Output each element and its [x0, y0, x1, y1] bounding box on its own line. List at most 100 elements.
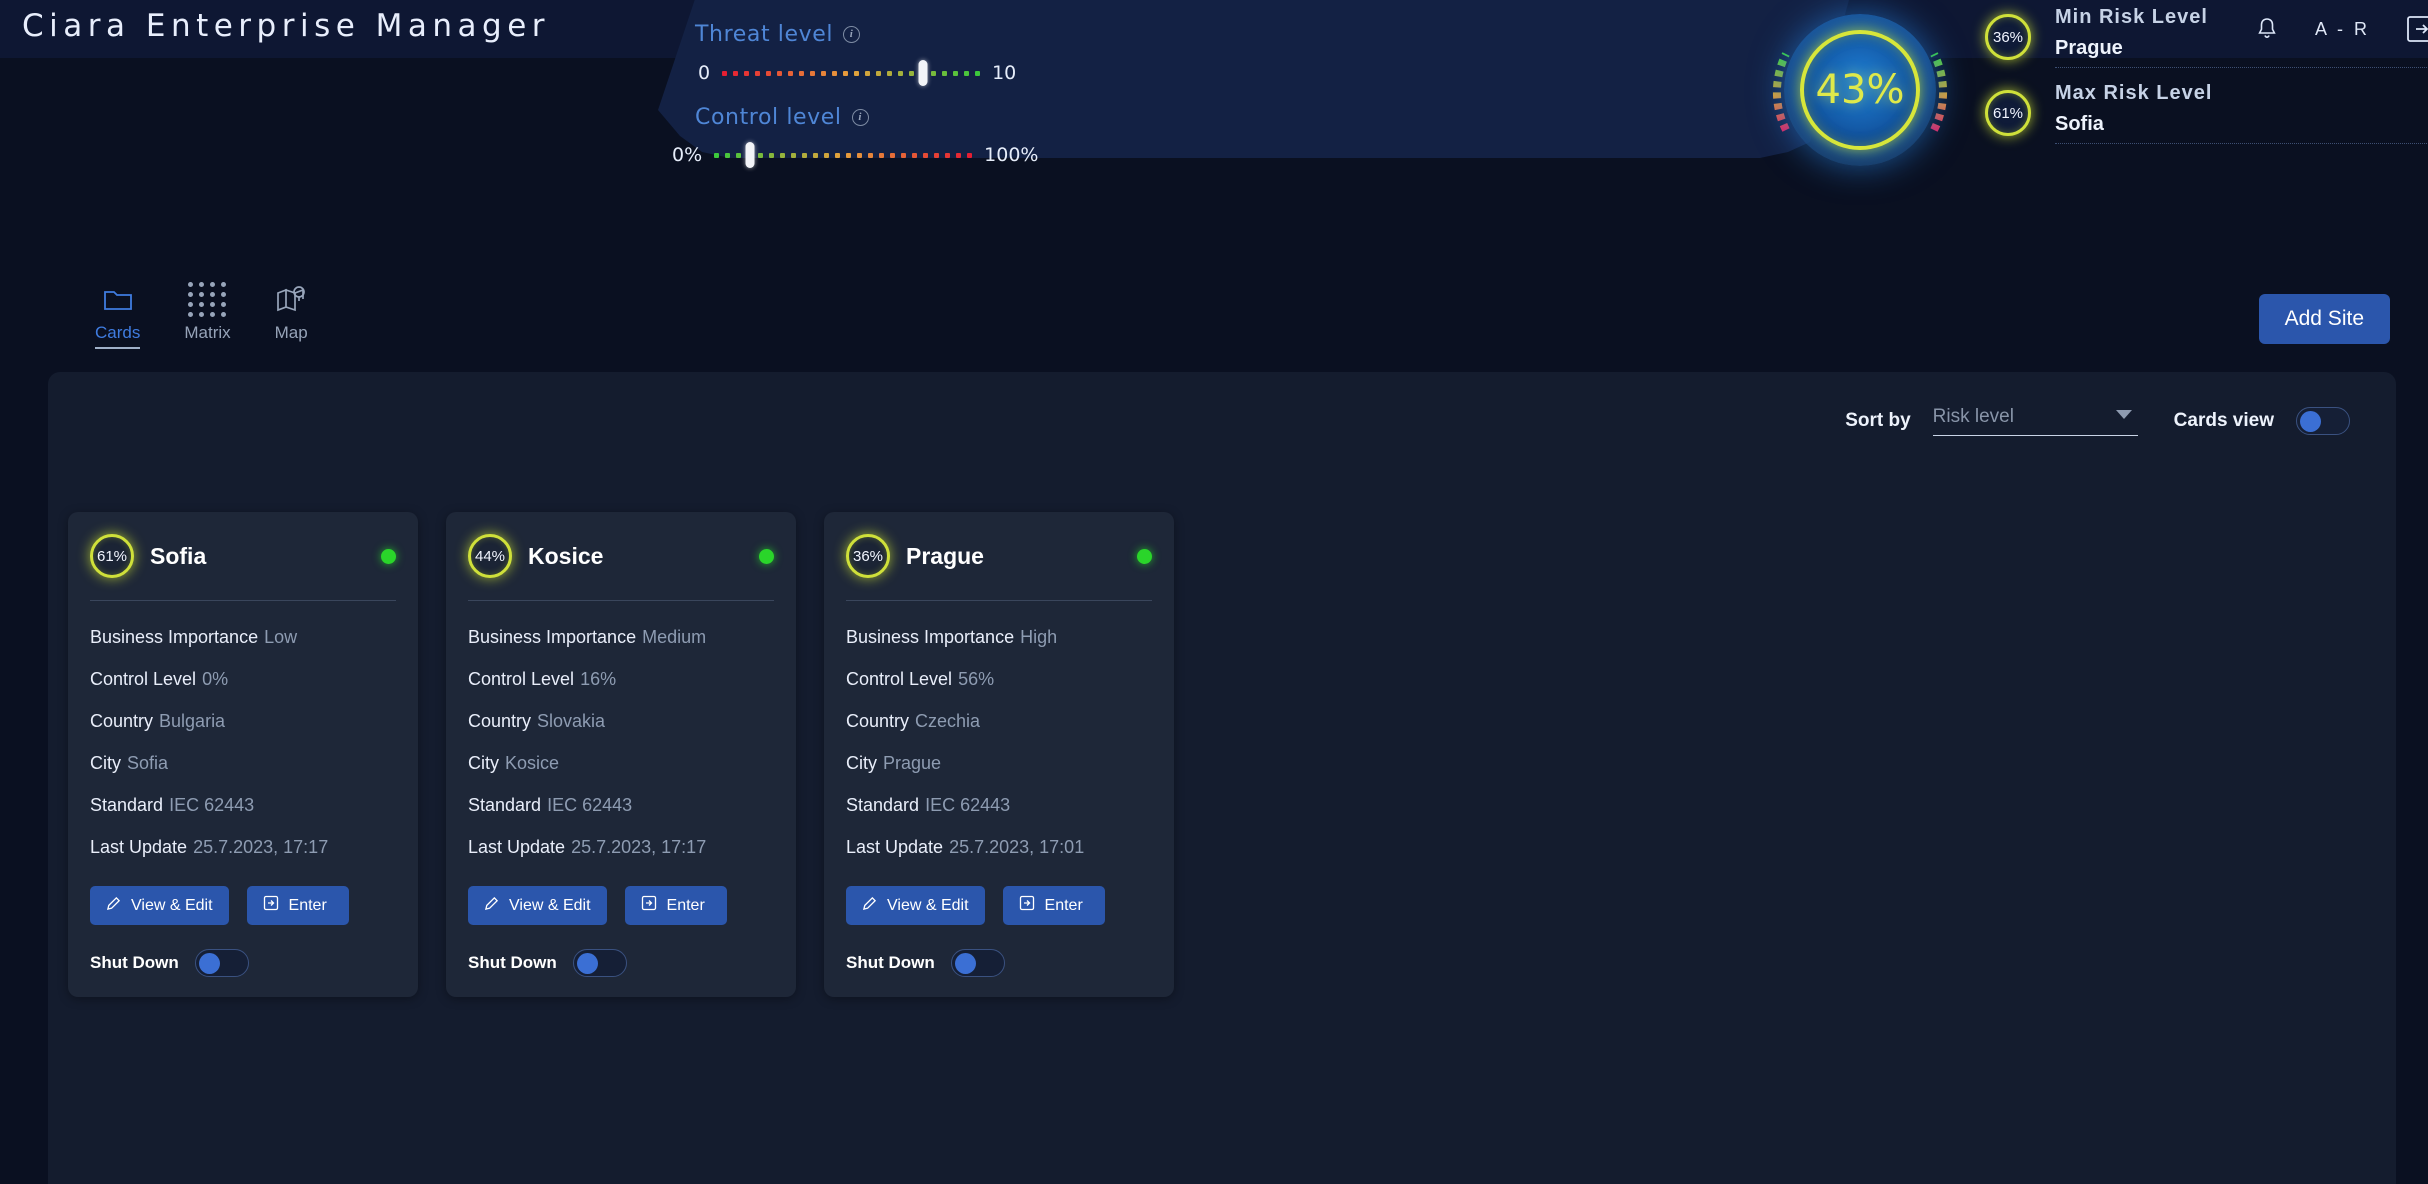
tab-cards-label: Cards: [95, 323, 141, 342]
cards-view-label: Cards view: [2173, 410, 2274, 431]
chevron-down-icon: [2115, 410, 2132, 419]
slider-tick: [945, 152, 951, 158]
slider-tick: [725, 152, 731, 158]
label-last-update: Last Update: [846, 837, 944, 857]
label-control-level: Control Level: [846, 669, 953, 689]
site-card-header: 61% Sofia: [90, 534, 396, 601]
slider-tick: [964, 70, 970, 76]
label-standard: Standard: [90, 795, 164, 815]
value-standard: IEC 62443: [169, 795, 255, 815]
slider-tick: [876, 70, 882, 76]
view-edit-button[interactable]: View & Edit: [90, 886, 229, 925]
value-business-importance: Medium: [642, 627, 707, 647]
site-name: Sofia: [150, 542, 207, 569]
info-icon[interactable]: i: [843, 26, 861, 43]
pencil-icon: [862, 896, 877, 916]
threat-level-slider[interactable]: 0 10: [698, 60, 1016, 86]
shut-down-label: Shut Down: [846, 953, 935, 972]
slider-tick: [912, 152, 918, 158]
risk-summary-content: Threat level i 0 10 Control level i 0% 1…: [630, 0, 2428, 182]
slider-tick: [901, 152, 907, 158]
threat-level-label: Threat level i: [695, 22, 861, 47]
shut-down-control: Shut Down: [846, 949, 1152, 977]
sites-panel: Sort by Risk level Cards view 61% Sofia …: [48, 372, 2396, 1184]
site-card-actions: View & Edit Enter: [90, 886, 396, 925]
detail-country: Country Slovakia: [468, 711, 774, 732]
slider-tick: [953, 70, 959, 76]
min-risk-badge: 36%: [1985, 14, 2031, 60]
threat-level-text: Threat level: [695, 22, 834, 47]
gauge-value: 43%: [1815, 67, 1905, 113]
site-card: 61% Sofia Business Importance Low Control…: [68, 512, 418, 997]
add-site-button[interactable]: Add Site: [2258, 294, 2390, 344]
pencil-icon: [484, 896, 499, 916]
control-level-slider[interactable]: 0% 100%: [672, 142, 1038, 168]
app-title: Ciara Enterprise Manager: [22, 8, 551, 44]
tab-matrix[interactable]: Matrix: [184, 281, 231, 349]
tab-map[interactable]: Map: [275, 282, 308, 349]
enter-button[interactable]: Enter: [624, 886, 727, 925]
threat-slider-thumb[interactable]: [918, 60, 928, 86]
detail-standard: Standard IEC 62443: [846, 795, 1152, 816]
slider-tick: [942, 70, 948, 76]
overall-risk-gauge: 43%: [1760, 4, 1960, 180]
label-control-level: Control Level: [468, 669, 575, 689]
slider-tick: [854, 70, 860, 76]
label-business-importance: Business Importance: [846, 627, 1015, 647]
shut-down-toggle[interactable]: [950, 949, 1005, 977]
status-badge: [1137, 548, 1152, 564]
control-slider-thumb[interactable]: [745, 142, 755, 168]
info-icon[interactable]: i: [851, 109, 869, 126]
slider-tick: [736, 152, 742, 158]
detail-city: City Sofia: [90, 753, 396, 774]
slider-tick: [722, 70, 728, 76]
shut-down-toggle[interactable]: [572, 949, 627, 977]
label-city: City: [90, 753, 121, 773]
site-card-actions: View & Edit Enter: [468, 886, 774, 925]
sort-select[interactable]: Risk level: [1932, 406, 2138, 436]
site-cards-list: 61% Sofia Business Importance Low Control…: [68, 512, 1174, 997]
control-min-label: 0%: [672, 144, 703, 166]
shut-down-label: Shut Down: [468, 953, 557, 972]
slider-tick: [909, 70, 915, 76]
shut-down-control: Shut Down: [90, 949, 396, 977]
enter-button[interactable]: Enter: [246, 886, 349, 925]
label-city: City: [468, 753, 499, 773]
detail-business-importance: Business Importance Medium: [468, 627, 774, 648]
value-business-importance: High: [1020, 627, 1058, 647]
site-risk-badge: 44%: [468, 534, 512, 578]
site-card-header: 36% Prague: [846, 534, 1152, 601]
sort-by-label: Sort by: [1845, 410, 1911, 431]
label-business-importance: Business Importance: [90, 627, 259, 647]
view-edit-label: View & Edit: [131, 896, 213, 914]
enter-arrow-icon: [641, 895, 657, 916]
value-city: Sofia: [127, 753, 169, 773]
shut-down-toggle[interactable]: [194, 949, 249, 977]
site-card-actions: View & Edit Enter: [846, 886, 1152, 925]
slider-tick: [791, 152, 797, 158]
cards-view-toggle[interactable]: [2296, 407, 2350, 435]
detail-city: City Kosice: [468, 753, 774, 774]
risk-level-list: 36% Min Risk Level Prague 61% Max Risk L…: [1985, 6, 2428, 158]
threat-track-dots: [722, 70, 986, 76]
tab-cards[interactable]: Cards: [95, 282, 141, 349]
min-risk-title: Min Risk Level: [2055, 6, 2208, 28]
slider-tick: [802, 152, 808, 158]
value-last-update: 25.7.2023, 17:01: [949, 837, 1085, 857]
value-standard: IEC 62443: [547, 795, 633, 815]
label-country: Country: [90, 711, 154, 731]
label-city: City: [846, 753, 877, 773]
view-edit-button[interactable]: View & Edit: [846, 886, 985, 925]
enter-label: Enter: [288, 896, 327, 914]
slider-tick: [898, 70, 904, 76]
enter-button[interactable]: Enter: [1002, 886, 1105, 925]
label-standard: Standard: [468, 795, 542, 815]
view-edit-button[interactable]: View & Edit: [468, 886, 607, 925]
tab-map-label: Map: [274, 323, 308, 342]
site-card: 36% Prague Business Importance High Contr…: [824, 512, 1174, 997]
slider-tick: [931, 70, 937, 76]
slider-tick: [824, 152, 830, 158]
detail-last-update: Last Update 25.7.2023, 17:17: [90, 837, 396, 858]
sort-select-value: Risk level: [1932, 406, 2014, 427]
slider-tick: [832, 70, 838, 76]
